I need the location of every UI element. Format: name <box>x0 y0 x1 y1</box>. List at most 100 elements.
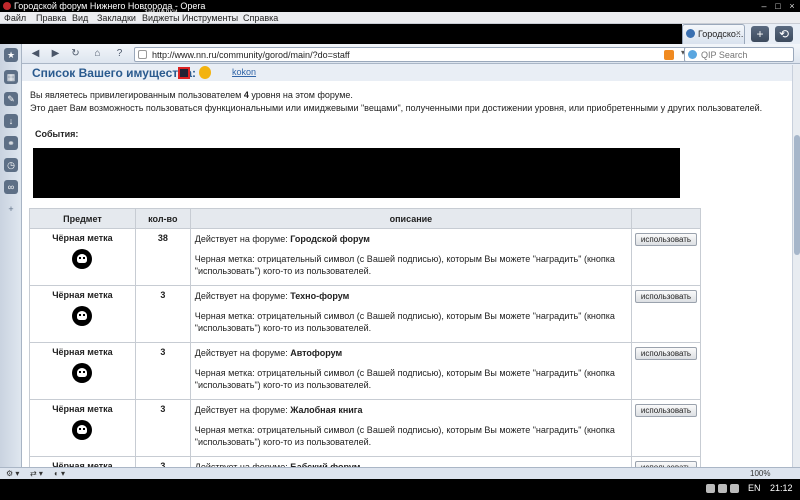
table-row: Чёрная метка 3 Действует на форуме: Жалобн… <box>29 399 701 457</box>
menu-bookmarks[interactable]: Закладки <box>97 12 136 24</box>
security-info-icon[interactable]: ? <box>112 47 127 61</box>
address-bar[interactable]: http://www.nn.ru/community/gorod/main/?d… <box>134 47 689 62</box>
maximize-icon[interactable]: □ <box>772 1 784 11</box>
item-description: Черная метка: отрицательный символ (с Ва… <box>194 425 615 447</box>
use-button[interactable]: использовать <box>635 233 697 246</box>
menu-help[interactable]: Справка <box>243 12 278 24</box>
table-row: Чёрная метка 3 Действует на форуме: Техно-… <box>29 285 701 343</box>
menu-edit[interactable]: Правка <box>36 12 66 24</box>
page-content: Список Вашего имущества: kokon Вы являет… <box>22 65 792 467</box>
status-sync-icon[interactable]: ⇄ ▾ <box>30 469 43 478</box>
address-url[interactable]: http://www.nn.ru/community/gorod/main/?d… <box>152 49 350 61</box>
reload-icon[interactable]: ↻ <box>68 47 83 61</box>
menu-tools[interactable]: Инструменты <box>182 12 238 24</box>
search-input[interactable] <box>701 49 789 61</box>
desc-gap <box>195 359 627 367</box>
item-qty: 3 <box>134 456 191 467</box>
item-desc-cell: Действует на форуме: Городской форум Черн… <box>189 228 633 286</box>
menu-view[interactable]: Вид <box>72 12 88 24</box>
item-qty: 3 <box>134 399 191 457</box>
new-tab-button[interactable]: + <box>751 26 769 42</box>
back-icon[interactable]: ◀ <box>28 47 43 61</box>
forum-prefix: Действует на форуме: <box>194 234 291 244</box>
navigation-toolbar: ◀ ▶ ↻ ⌂ ? http://www.nn.ru/community/gor… <box>22 44 800 64</box>
forum-line: Действует на форуме: Техно-форум <box>195 290 627 302</box>
item-desc-cell: Действует на форуме: Автофорум Черная мет… <box>189 342 633 400</box>
items-table: Предмет кол-во описание Чёрная метка 38 Де… <box>29 208 701 467</box>
intro-line-1: Вы являетесь привилегированным пользоват… <box>30 90 353 100</box>
forum-prefix: Действует на форуме: <box>194 405 291 415</box>
downloads-panel-icon[interactable]: ↓ <box>4 114 18 128</box>
vertical-scrollbar[interactable] <box>792 65 800 467</box>
desc-gap <box>195 245 627 253</box>
use-button[interactable]: использовать <box>635 404 697 417</box>
item-description: Черная метка: отрицательный символ (с Ва… <box>194 311 615 333</box>
widgets-panel-icon[interactable]: ▦ <box>4 70 18 84</box>
menu-file[interactable]: Файл <box>4 12 26 24</box>
black-mark-icon <box>72 420 93 440</box>
zoom-level[interactable]: 100% <box>750 469 770 478</box>
item-description: Черная метка: отрицательный символ (с Ва… <box>194 254 615 276</box>
home-icon[interactable]: ⌂ <box>90 47 105 61</box>
item-qty: 38 <box>134 228 191 286</box>
minimize-icon[interactable]: – <box>758 1 770 11</box>
item-action-cell: использовать <box>631 399 701 457</box>
side-panel: ★ ▦ ✎ ↓ ⚭ ◷ ∞ + <box>0 44 22 472</box>
item-desc-cell: Действует на форуме: Жалобная книга Черна… <box>189 399 633 457</box>
page-header: Список Вашего имущества: kokon <box>22 65 792 81</box>
item-qty: 3 <box>134 342 191 400</box>
links-chain-icon[interactable]: ∞ <box>4 180 18 194</box>
header-action <box>631 208 701 229</box>
tray-icon-1[interactable] <box>706 484 715 493</box>
tab-active[interactable]: Городско... × <box>682 24 745 44</box>
status-view-icon[interactable]: ◐ ▾ <box>54 469 65 478</box>
forum-name: Автофорум <box>290 348 343 358</box>
closed-tabs-button[interactable]: ⟲ <box>775 26 793 42</box>
scrollbar-thumb[interactable] <box>794 135 800 255</box>
black-mark-icon <box>72 363 93 383</box>
use-button[interactable]: использовать <box>635 290 697 303</box>
item-action-cell: использовать <box>631 342 701 400</box>
close-icon[interactable]: × <box>786 1 798 11</box>
user-link[interactable]: kokon <box>232 67 256 77</box>
header-item: Предмет <box>29 208 136 229</box>
notes-panel-icon[interactable]: ✎ <box>4 92 18 106</box>
tab-close-icon[interactable]: × <box>736 28 741 38</box>
item-name-cell: Чёрная метка <box>29 285 136 343</box>
item-name-cell: Чёрная метка <box>29 456 136 467</box>
item-qty: 3 <box>134 285 191 343</box>
page-icon <box>138 50 147 59</box>
tray-icon-2[interactable] <box>718 484 727 493</box>
use-button[interactable]: использовать <box>635 347 697 360</box>
rss-feed-icon[interactable] <box>664 50 674 60</box>
bookmarks-panel-icon[interactable]: ★ <box>4 48 18 62</box>
header-qty: кол-во <box>134 208 191 229</box>
history-panel-icon[interactable]: ◷ <box>4 158 18 172</box>
intro-text-b: уровня на этом форуме. <box>248 90 353 100</box>
item-action-cell: использовать <box>631 456 701 467</box>
forum-line: Действует на форуме: Автофорум <box>195 347 627 359</box>
menu-widgets[interactable]: Виджеты <box>142 12 180 24</box>
browser-window: Городской форум Нижнего Новгорода - Oper… <box>0 0 800 500</box>
table-row: Чёрная метка 38 Действует на форуме: Город… <box>29 228 701 286</box>
tab-favicon-icon <box>686 29 695 38</box>
links-panel-icon[interactable]: ⚭ <box>4 136 18 150</box>
user-status-icon <box>199 66 211 79</box>
search-engine-icon[interactable] <box>688 50 697 59</box>
user-flag-icon <box>178 67 190 79</box>
item-desc-cell: Действует на форуме: Бабский форум <box>189 456 633 467</box>
black-mark-icon <box>72 249 93 269</box>
search-box[interactable] <box>684 47 794 62</box>
taskbar: EN 21:12 <box>0 479 800 500</box>
menu-bar: Файл Правка Вид Закладки Виджеты Инструм… <box>0 12 800 24</box>
clock: 21:12 <box>770 483 793 493</box>
status-tools-icon[interactable]: ⚙ ▾ <box>6 469 19 478</box>
tray-icon-3[interactable] <box>730 484 739 493</box>
item-name-cell: Чёрная метка <box>29 228 136 286</box>
item-name: Чёрная метка <box>52 233 113 243</box>
item-name-cell: Чёрная метка <box>29 342 136 400</box>
add-panel-icon[interactable]: + <box>4 202 18 216</box>
table-row: Чёрная метка 3 Действует на форуме: Бабски… <box>29 456 701 467</box>
keyboard-language[interactable]: EN <box>748 483 761 493</box>
forward-icon[interactable]: ▶ <box>48 47 63 61</box>
